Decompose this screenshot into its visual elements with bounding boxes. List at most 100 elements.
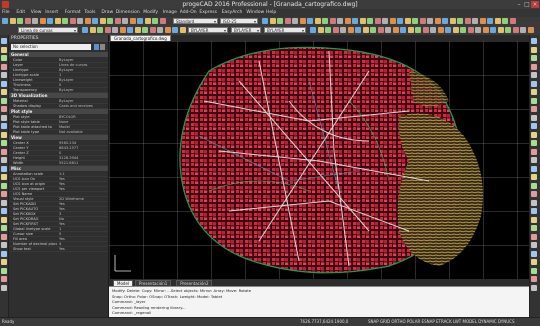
- toolbar-tool-icon[interactable]: [367, 18, 373, 24]
- toolbar-tool-icon[interactable]: [137, 18, 143, 24]
- menu-item-modify[interactable]: Modify: [143, 9, 158, 17]
- toolbar-tool-icon[interactable]: [475, 27, 481, 33]
- toolbar-tool-icon[interactable]: [172, 27, 178, 33]
- tool-icon[interactable]: [531, 80, 537, 87]
- toolbar-tool-icon[interactable]: [299, 18, 306, 24]
- toolbar-tool-icon[interactable]: [509, 18, 516, 24]
- tool-icon[interactable]: [531, 114, 537, 121]
- toolbar-tool-icon[interactable]: [24, 18, 31, 24]
- toolbar-tool-icon[interactable]: [445, 27, 451, 33]
- tool-icon[interactable]: [1, 97, 7, 104]
- toolbar-tool-icon[interactable]: [107, 18, 113, 24]
- tool-icon[interactable]: [1, 225, 7, 231]
- tool-icon[interactable]: [531, 174, 537, 180]
- toolbar-tool-icon[interactable]: [325, 27, 331, 33]
- property-value[interactable]: Yes: [59, 247, 107, 252]
- toolbar-tool-icon[interactable]: [449, 18, 456, 24]
- toolbar-tool-icon[interactable]: [269, 18, 276, 24]
- toolbar-tool-icon[interactable]: [419, 18, 426, 24]
- section-view[interactable]: View: [9, 135, 108, 140]
- tool-icon[interactable]: [1, 191, 7, 197]
- toolbar-tool-icon[interactable]: [427, 18, 433, 24]
- tool-icon[interactable]: [1, 131, 7, 138]
- menu-item-file[interactable]: File: [2, 9, 10, 17]
- toolbar-tool-icon[interactable]: [487, 18, 493, 24]
- toolbar-tool-icon[interactable]: [385, 27, 391, 33]
- quick-select-icon[interactable]: [94, 44, 99, 50]
- menu-item-edit[interactable]: Edit: [16, 9, 25, 17]
- toolbar-tool-icon[interactable]: [512, 27, 519, 33]
- toolbar-tool-icon[interactable]: [127, 27, 133, 33]
- tool-icon[interactable]: [531, 250, 537, 257]
- toolbar-tool-icon[interactable]: [159, 18, 166, 24]
- toolbar-tool-icon[interactable]: [377, 27, 384, 33]
- tool-icon[interactable]: [1, 63, 7, 70]
- tool-icon[interactable]: [1, 80, 7, 87]
- property-row[interactable]: Show text Yes: [9, 247, 108, 252]
- toolbar-tool-icon[interactable]: [344, 18, 351, 24]
- toolbar-tool-icon[interactable]: [442, 18, 448, 24]
- toolbar-tool-icon[interactable]: [119, 27, 126, 33]
- toolbar-tool-icon[interactable]: [92, 18, 98, 24]
- toolbar-tool-icon[interactable]: [89, 27, 96, 33]
- maximize-button[interactable]: □: [523, 1, 531, 8]
- toolbar-tool-icon[interactable]: [284, 18, 291, 24]
- toolbar-tool-icon[interactable]: [317, 27, 324, 33]
- toolbar-tool-icon[interactable]: [437, 27, 444, 33]
- toolbar-tool-icon[interactable]: [82, 27, 88, 33]
- toolbar-tool-icon[interactable]: [370, 27, 376, 33]
- tool-icon[interactable]: [1, 182, 7, 189]
- select-objects-icon[interactable]: [100, 44, 105, 50]
- tool-icon[interactable]: [531, 276, 537, 282]
- toolbar-tool-icon[interactable]: [374, 18, 381, 24]
- toolbar-tool-icon[interactable]: [149, 27, 156, 33]
- menu-item-add-on[interactable]: Add-On: [180, 9, 197, 17]
- tool-icon[interactable]: [531, 106, 537, 112]
- section-plot[interactable]: Plot style: [9, 109, 108, 114]
- toolbar-tool-icon[interactable]: [464, 18, 471, 24]
- tool-icon[interactable]: [1, 233, 7, 240]
- tool-icon[interactable]: [1, 208, 7, 214]
- toolbar-tool-icon[interactable]: [39, 18, 46, 24]
- tool-icon[interactable]: [1, 284, 7, 291]
- toolbar-tool-icon[interactable]: [9, 18, 16, 24]
- toolbar-tool-icon[interactable]: [479, 18, 486, 24]
- tool-icon[interactable]: [1, 114, 7, 121]
- tool-icon[interactable]: [531, 191, 537, 197]
- toolbar-tool-icon[interactable]: [494, 18, 501, 24]
- toolbar-tool-icon[interactable]: [322, 18, 328, 24]
- toolbar-tool-icon[interactable]: [262, 18, 268, 24]
- tool-icon[interactable]: [531, 216, 537, 223]
- toolbar-tool-icon[interactable]: [144, 18, 151, 24]
- layer-combo[interactable]: Linea de curvas: [18, 27, 78, 33]
- toolbar-tool-icon[interactable]: [502, 18, 508, 24]
- text-style-combo[interactable]: Standard: [173, 18, 218, 24]
- tool-icon[interactable]: [531, 97, 537, 104]
- toolbar-tool-icon[interactable]: [352, 18, 358, 24]
- toolbar-tool-icon[interactable]: [362, 27, 369, 33]
- toolbar-tool-icon[interactable]: [307, 18, 313, 24]
- toolbar-tool-icon[interactable]: [112, 27, 118, 33]
- section-viz3d[interactable]: 3D Visualization: [9, 93, 108, 98]
- tool-icon[interactable]: [531, 208, 537, 214]
- toolbar-tool-icon[interactable]: [47, 18, 53, 24]
- tool-icon[interactable]: [531, 182, 537, 189]
- tool-icon[interactable]: [531, 148, 537, 155]
- tool-icon[interactable]: [1, 157, 7, 163]
- tool-icon[interactable]: [1, 55, 7, 61]
- toolbar-tool-icon[interactable]: [84, 18, 91, 24]
- toolbar-tool-icon[interactable]: [142, 27, 148, 33]
- menu-item-format[interactable]: Format: [65, 9, 81, 17]
- tool-icon[interactable]: [531, 55, 537, 61]
- toolbar-tool-icon[interactable]: [314, 18, 321, 24]
- tool-icon[interactable]: [1, 106, 7, 112]
- toolbar-tool-icon[interactable]: [179, 27, 186, 33]
- toolbar-tool-icon[interactable]: [134, 27, 141, 33]
- tool-icon[interactable]: [531, 38, 537, 44]
- toolbar-tool-icon[interactable]: [407, 27, 414, 33]
- toolbar-tool-icon[interactable]: [292, 18, 298, 24]
- menu-item-insert[interactable]: Insert: [45, 9, 58, 17]
- toolbar-tool-icon[interactable]: [310, 27, 316, 33]
- toolbar-tool-icon[interactable]: [164, 27, 171, 33]
- toolbar-tool-icon[interactable]: [452, 27, 459, 33]
